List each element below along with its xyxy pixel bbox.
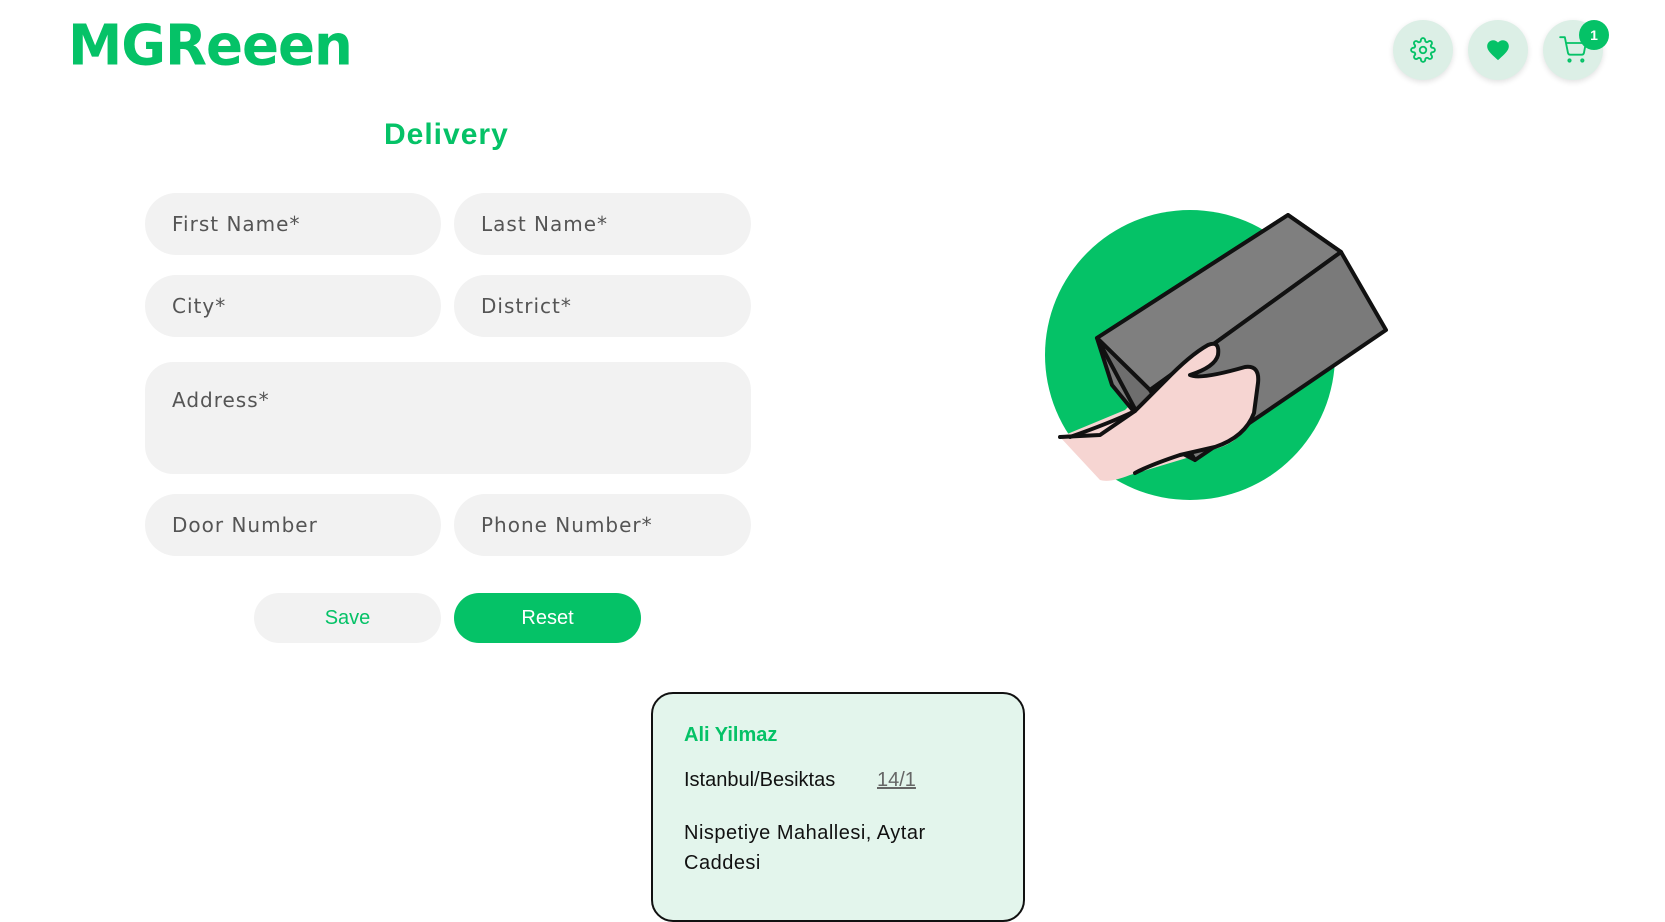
reset-button[interactable]: Reset	[454, 593, 641, 643]
hand-holding-box-icon	[1045, 210, 1388, 500]
favorites-button[interactable]	[1468, 20, 1528, 80]
city-district: Istanbul/Besiktas	[684, 769, 836, 791]
cart-count-badge: 1	[1579, 20, 1609, 50]
gear-icon	[1410, 37, 1436, 63]
recipient-name: Ali Yilmaz	[684, 724, 778, 746]
save-button[interactable]: Save	[254, 593, 441, 643]
district-field[interactable]: District*	[454, 275, 751, 337]
last-name-field[interactable]: Last Name*	[454, 193, 751, 255]
city-field[interactable]: City*	[145, 275, 441, 337]
door-number-link[interactable]: 14/1	[877, 769, 916, 792]
address-field[interactable]: Address*	[145, 362, 751, 474]
cart-button[interactable]: 1	[1543, 20, 1609, 80]
settings-button[interactable]	[1393, 20, 1453, 80]
brand-logo[interactable]: MGReeen	[68, 18, 353, 74]
first-name-field[interactable]: First Name*	[145, 193, 441, 255]
phone-number-field[interactable]: Phone Number*	[454, 494, 751, 556]
address-text: Nispetiye Mahallesi, Aytar Caddesi	[684, 822, 926, 874]
heart-icon	[1487, 40, 1509, 61]
page-title: Delivery	[384, 118, 509, 151]
door-number-field[interactable]: Door Number	[145, 494, 441, 556]
saved-address-card[interactable]: Ali Yilmaz Istanbul/Besiktas 14/1 Nispet…	[651, 692, 1025, 922]
